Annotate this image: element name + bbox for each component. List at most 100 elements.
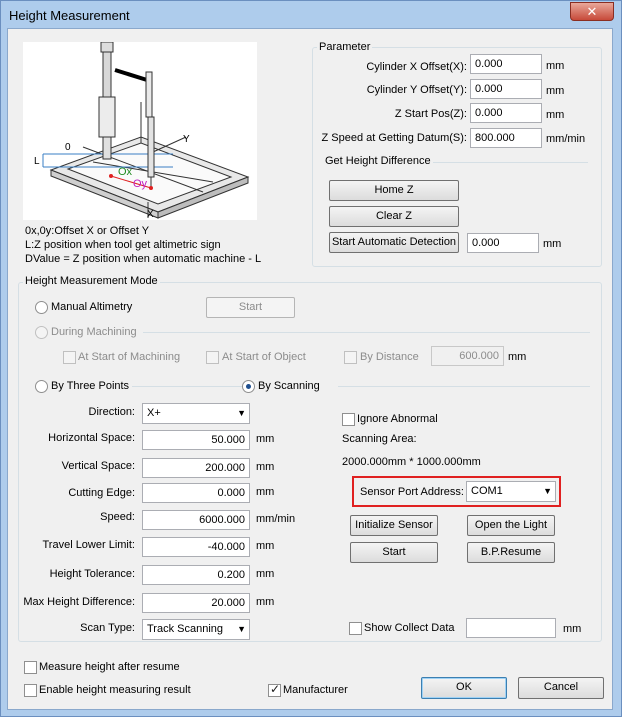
at-start-object-label: At Start of Object	[222, 351, 306, 363]
home-z-button[interactable]: Home Z	[329, 180, 459, 201]
three-points-radio[interactable]	[35, 380, 48, 393]
height-tolerance-label: Height Tolerance:	[49, 568, 135, 580]
z-start-unit: mm	[546, 109, 565, 121]
scan-start-button[interactable]: Start	[350, 542, 438, 563]
speed-input[interactable]: 6000.000	[142, 510, 250, 530]
show-collect-label: Show Collect Data	[364, 622, 455, 634]
initialize-sensor-button[interactable]: Initialize Sensor	[350, 515, 438, 536]
bp-resume-button[interactable]: B.P.Resume	[467, 542, 555, 563]
diagram-label-l: L	[34, 156, 40, 167]
during-machining-label: During Machining	[51, 326, 137, 338]
diagram-label-ox: Ox	[118, 166, 133, 178]
cylinder-x-label: Cylinder X Offset(X):	[366, 61, 467, 73]
vertical-space-unit: mm	[256, 461, 275, 473]
measure-after-resume-label: Measure height after resume	[39, 661, 180, 673]
vertical-space-label: Vertical Space:	[61, 460, 135, 472]
travel-lower-limit-input[interactable]: -40.000	[142, 537, 250, 557]
three-points-label: By Three Points	[51, 380, 130, 392]
show-collect-checkbox[interactable]	[349, 622, 362, 635]
diagram-label-x: X	[147, 209, 154, 220]
start-detection-button[interactable]: Start Automatic Detection	[329, 232, 459, 253]
detection-unit: mm	[543, 238, 562, 250]
ignore-abnormal-label: Ignore Abnormal	[357, 413, 438, 425]
measure-after-resume-checkbox[interactable]	[24, 661, 37, 674]
by-distance-checkbox[interactable]	[344, 351, 357, 364]
dialog-client: 0 L Ox Oy X Y 0x,0y:Offset X or Offset Y…	[7, 28, 613, 710]
direction-select[interactable]: X+ ▼	[142, 403, 250, 424]
check-icon: ✓	[270, 682, 281, 696]
cancel-button[interactable]: Cancel	[518, 677, 604, 699]
collect-data-input[interactable]	[466, 618, 556, 638]
scan-type-value: Track Scanning	[147, 623, 224, 635]
max-height-diff-input[interactable]: 20.000	[142, 593, 250, 613]
z-start-label: Z Start Pos(Z):	[394, 108, 467, 120]
horizontal-space-unit: mm	[256, 433, 275, 445]
z-speed-unit: mm/min	[546, 133, 586, 145]
sensor-port-value: COM1	[471, 485, 503, 497]
sensor-port-select[interactable]: COM1 ▼	[466, 481, 556, 502]
z-speed-input[interactable]: 800.000	[470, 128, 542, 148]
travel-lower-limit-unit: mm	[256, 540, 275, 552]
chevron-down-icon: ▼	[237, 624, 246, 634]
get-height-divider	[422, 162, 588, 163]
direction-value: X+	[147, 407, 161, 419]
manual-start-button[interactable]: Start	[206, 297, 295, 318]
enable-result-checkbox[interactable]	[24, 684, 37, 697]
cylinder-x-input[interactable]: 0.000	[470, 54, 542, 74]
by-scanning-radio[interactable]	[242, 380, 255, 393]
chevron-down-icon: ▼	[237, 408, 246, 418]
by-scanning-divider	[338, 386, 590, 387]
diagram-label-y: Y	[183, 134, 190, 145]
detection-value-input[interactable]: 0.000	[467, 233, 539, 253]
at-start-object-checkbox[interactable]	[206, 351, 219, 364]
during-machining-divider	[143, 332, 590, 333]
height-tolerance-input[interactable]: 0.200	[142, 565, 250, 585]
by-scanning-label: By Scanning	[258, 380, 320, 392]
vertical-space-input[interactable]: 200.000	[142, 458, 250, 478]
diagram-label-oy: Oy	[133, 178, 148, 190]
cylinder-y-label: Cylinder Y Offset(Y):	[366, 84, 467, 96]
cutting-edge-input[interactable]: 0.000	[142, 483, 250, 503]
cylinder-y-input[interactable]: 0.000	[470, 79, 542, 99]
manufacturer-label: Manufacturer	[283, 684, 348, 696]
distance-unit: mm	[508, 351, 527, 363]
clear-z-button[interactable]: Clear Z	[329, 206, 459, 227]
by-distance-label: By Distance	[360, 351, 419, 363]
scan-type-select[interactable]: Track Scanning ▼	[142, 619, 250, 640]
z-speed-label: Z Speed at Getting Datum(S):	[321, 132, 467, 144]
max-height-diff-label: Max Height Difference:	[23, 596, 135, 608]
manual-altimetry-label: Manual Altimetry	[51, 301, 133, 313]
close-button[interactable]: ✕	[570, 2, 614, 21]
title-bar[interactable]: Height Measurement ✕	[1, 1, 621, 29]
cylinder-x-unit: mm	[546, 60, 565, 72]
diagram-note-l: L:Z position when tool get altimetric si…	[25, 239, 221, 251]
direction-label: Direction:	[88, 406, 135, 418]
get-height-legend: Get Height Difference	[323, 155, 433, 167]
diagram-label-0: 0	[65, 142, 71, 153]
parameter-legend: Parameter	[317, 41, 373, 53]
manufacturer-checkbox[interactable]: ✓	[268, 682, 281, 697]
manual-altimetry-radio[interactable]	[35, 301, 48, 314]
z-start-input[interactable]: 0.000	[470, 103, 542, 123]
mode-legend: Height Measurement Mode	[23, 275, 160, 287]
travel-lower-limit-label: Travel Lower Limit:	[42, 539, 135, 551]
scanning-area-label: Scanning Area:	[342, 433, 417, 445]
cutting-edge-label: Cutting Edge:	[68, 487, 135, 499]
horizontal-space-label: Horizontal Space:	[48, 432, 135, 444]
max-height-diff-unit: mm	[256, 596, 275, 608]
horizontal-space-input[interactable]: 50.000	[142, 430, 250, 450]
open-light-button[interactable]: Open the Light	[467, 515, 555, 536]
speed-unit: mm/min	[256, 513, 296, 525]
at-start-machining-label: At Start of Machining	[78, 351, 181, 363]
at-start-machining-checkbox[interactable]	[63, 351, 76, 364]
distance-input[interactable]: 600.000	[431, 346, 504, 366]
during-machining-radio[interactable]	[35, 326, 48, 339]
ignore-abnormal-checkbox[interactable]	[342, 413, 355, 426]
ok-button[interactable]: OK	[421, 677, 507, 699]
enable-result-label: Enable height measuring result	[39, 684, 191, 696]
collect-data-unit: mm	[563, 623, 582, 635]
scan-type-label: Scan Type:	[80, 622, 135, 634]
by-scanning-radio-dot	[246, 384, 251, 389]
machine-diagram: 0 L Ox Oy X Y	[23, 42, 257, 220]
three-points-divider	[132, 386, 242, 387]
